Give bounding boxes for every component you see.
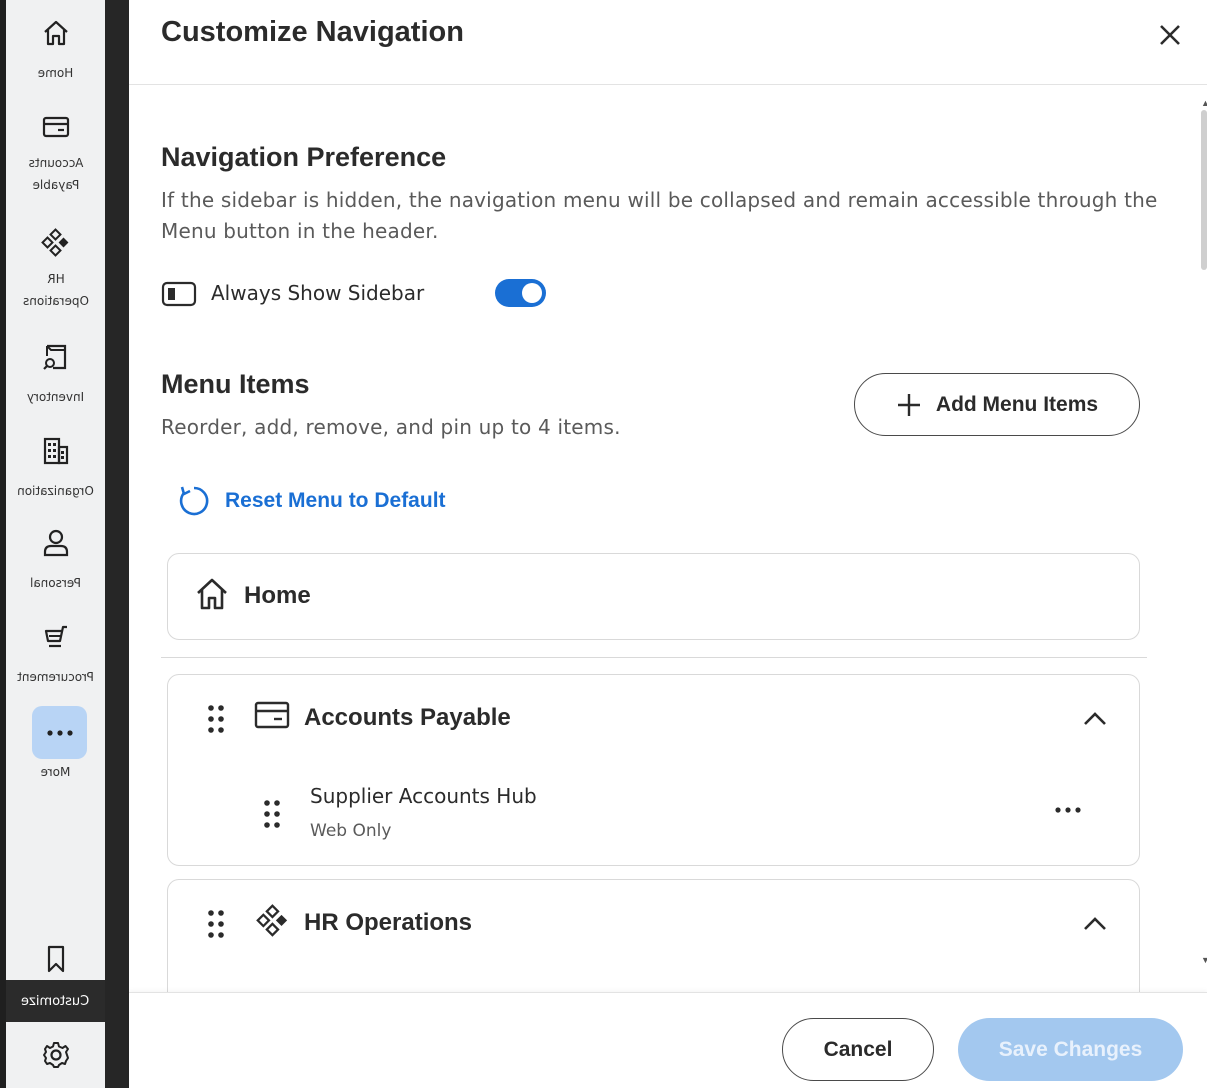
always-show-sidebar-toggle[interactable] xyxy=(495,279,546,307)
sidebar-settings[interactable] xyxy=(6,1040,105,1070)
sidebar-more-label: More xyxy=(40,765,71,779)
always-show-sidebar-label: Always Show Sidebar xyxy=(211,281,425,305)
cart-icon xyxy=(44,625,67,648)
sidebar-item-accounts-payable[interactable]: Accounts Payable xyxy=(6,112,105,196)
diamond-grid-icon xyxy=(256,904,288,937)
scroll-down-arrow[interactable]: ▼ xyxy=(1201,955,1207,965)
sidebar-item-organization[interactable]: Organization xyxy=(6,436,105,502)
sidebar-item-inventory[interactable]: Inventory xyxy=(6,342,105,408)
plus-icon xyxy=(897,393,920,416)
card-icon xyxy=(42,116,69,138)
building-icon xyxy=(43,437,68,465)
app-sidebar: Home Accounts Payable HR Operations Inve… xyxy=(6,0,105,1088)
sidebar-item-home[interactable]: Home xyxy=(6,18,105,84)
drag-handle-icon[interactable] xyxy=(262,798,282,830)
diamond-grid-icon xyxy=(40,228,68,257)
add-menu-items-button[interactable]: Add Menu Items xyxy=(854,373,1140,436)
sidebar-item-label: Inventory xyxy=(26,390,85,404)
card-icon xyxy=(254,701,290,729)
sidebar-item-label: Accounts Payable xyxy=(28,156,83,192)
menu-card-accounts-payable: Accounts Payable Supplier Accounts Hub W… xyxy=(167,674,1140,866)
scroll-up-arrow[interactable]: ▲ xyxy=(1201,98,1207,108)
box-search-icon xyxy=(42,344,66,370)
menu-card-title: Home xyxy=(244,582,311,609)
close-icon[interactable] xyxy=(1154,19,1186,51)
menu-subitem-title: Supplier Accounts Hub xyxy=(310,784,537,808)
overlay-strip xyxy=(105,0,129,1088)
toggle-knob xyxy=(522,283,542,303)
dialog-footer: Cancel Save Changes xyxy=(129,992,1207,1088)
more-dots-icon xyxy=(46,729,73,736)
sidebar-bookmark[interactable] xyxy=(6,944,105,974)
menu-card-title: HR Operations xyxy=(304,909,473,936)
menu-items-description: Reorder, add, remove, and pin up to 4 it… xyxy=(161,415,621,439)
drag-handle-icon[interactable] xyxy=(206,908,226,940)
home-icon xyxy=(197,578,227,610)
dialog-title: Customize Navigation xyxy=(161,16,464,48)
menu-subitem-meta: Web Only xyxy=(310,821,392,841)
menu-card-title: Accounts Payable xyxy=(304,704,511,731)
chevron-up-icon[interactable] xyxy=(1082,914,1108,934)
sidebar-item-procurement[interactable]: Procurement xyxy=(6,622,105,688)
preference-description: If the sidebar is hidden, the navigation… xyxy=(161,188,1158,243)
menu-items-heading: Menu Items xyxy=(161,369,310,399)
refresh-icon xyxy=(179,486,209,516)
scrollbar-thumb[interactable] xyxy=(1201,110,1207,270)
bookmark-icon xyxy=(47,945,64,973)
menu-card-home: Home xyxy=(167,553,1140,640)
sidebar-item-label: HR Operations xyxy=(22,272,89,308)
sidebar-panel-icon xyxy=(161,281,197,307)
person-icon xyxy=(43,529,68,557)
customize-tooltip: Customize xyxy=(6,980,105,1022)
divider xyxy=(161,657,1147,658)
add-menu-items-label: Add Menu Items xyxy=(935,392,1099,416)
preference-heading: Navigation Preference xyxy=(161,142,447,172)
gear-icon xyxy=(42,1042,69,1068)
sidebar-item-hr-operations[interactable]: HR Operations xyxy=(6,228,105,312)
dialog-header: Customize Navigation xyxy=(129,0,1207,85)
sidebar-item-label: Procurement xyxy=(17,670,94,684)
sidebar-item-label: Personal xyxy=(30,576,82,590)
save-changes-button[interactable]: Save Changes xyxy=(958,1018,1183,1081)
more-options-icon[interactable] xyxy=(1053,805,1083,815)
home-icon xyxy=(43,20,68,46)
reset-menu-link[interactable]: Reset Menu to Default xyxy=(177,483,446,519)
reset-menu-label: Reset Menu to Default xyxy=(225,489,446,512)
cancel-button[interactable]: Cancel xyxy=(782,1018,934,1081)
sidebar-item-label: Home xyxy=(37,66,74,80)
chevron-up-icon[interactable] xyxy=(1082,709,1108,729)
sidebar-item-personal[interactable]: Personal xyxy=(6,528,105,594)
sidebar-more-button[interactable] xyxy=(32,706,87,759)
sidebar-item-label: Organization xyxy=(17,484,94,498)
customize-navigation-dialog: Customize Navigation ▲ ▼ Navigation Pref… xyxy=(129,0,1207,1088)
drag-handle-icon[interactable] xyxy=(206,703,226,735)
